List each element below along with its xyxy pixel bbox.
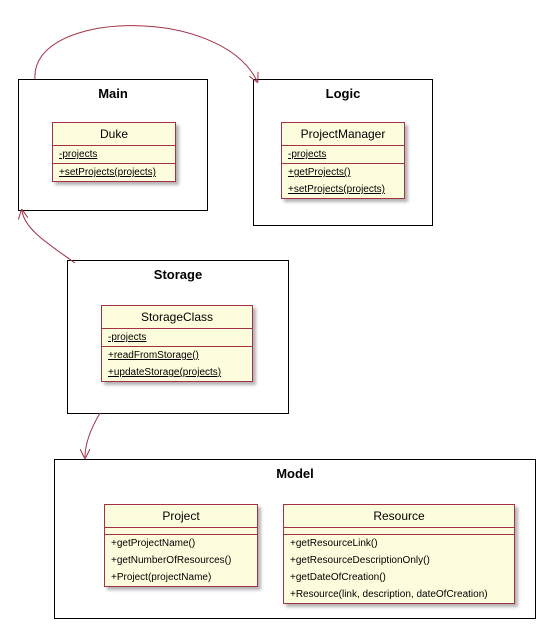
class-projectmanager: ProjectManager -projects +getProjects() …	[281, 122, 405, 199]
duke-attr-projects: -projects	[53, 146, 175, 163]
project-ctor: +Project(projectName)	[105, 569, 257, 586]
resource-method-getdesc: +getResourceDescriptionOnly()	[284, 552, 514, 569]
arrow-main-to-logic	[35, 26, 257, 81]
pm-method-getprojects: +getProjects()	[282, 164, 404, 181]
resource-ctor: +Resource(link, description, dateOfCreat…	[284, 586, 514, 603]
package-logic-title: Logic	[254, 86, 432, 101]
class-project: Project +getProjectName() +getNumberOfRe…	[104, 504, 258, 587]
resource-method-getdate: +getDateOfCreation()	[284, 569, 514, 586]
class-resource: Resource +getResourceLink() +getResource…	[283, 504, 515, 604]
project-method-getname: +getProjectName()	[105, 535, 257, 552]
class-resource-name: Resource	[284, 505, 514, 528]
duke-method-setprojects: +setProjects(projects)	[53, 164, 175, 181]
project-method-getnum: +getNumberOfResources()	[105, 552, 257, 569]
package-main-title: Main	[19, 86, 207, 101]
package-model-title: Model	[55, 466, 535, 481]
class-project-name: Project	[105, 505, 257, 528]
class-projectmanager-name: ProjectManager	[282, 123, 404, 146]
package-storage-title: Storage	[68, 267, 288, 282]
arrow-storage-to-main	[22, 211, 75, 263]
pm-method-setprojects: +setProjects(projects)	[282, 181, 404, 198]
class-duke-name: Duke	[53, 123, 175, 146]
sc-method-update: +updateStorage(projects)	[102, 364, 252, 381]
resource-method-getlink: +getResourceLink()	[284, 535, 514, 552]
class-duke: Duke -projects +setProjects(projects)	[52, 122, 176, 182]
class-storageclass-name: StorageClass	[102, 306, 252, 329]
sc-method-read: +readFromStorage()	[102, 347, 252, 364]
class-storageclass: StorageClass -projects +readFromStorage(…	[101, 305, 253, 382]
arrow-storage-to-model	[85, 413, 100, 457]
pm-attr-projects: -projects	[282, 146, 404, 163]
sc-attr-projects: -projects	[102, 329, 252, 346]
